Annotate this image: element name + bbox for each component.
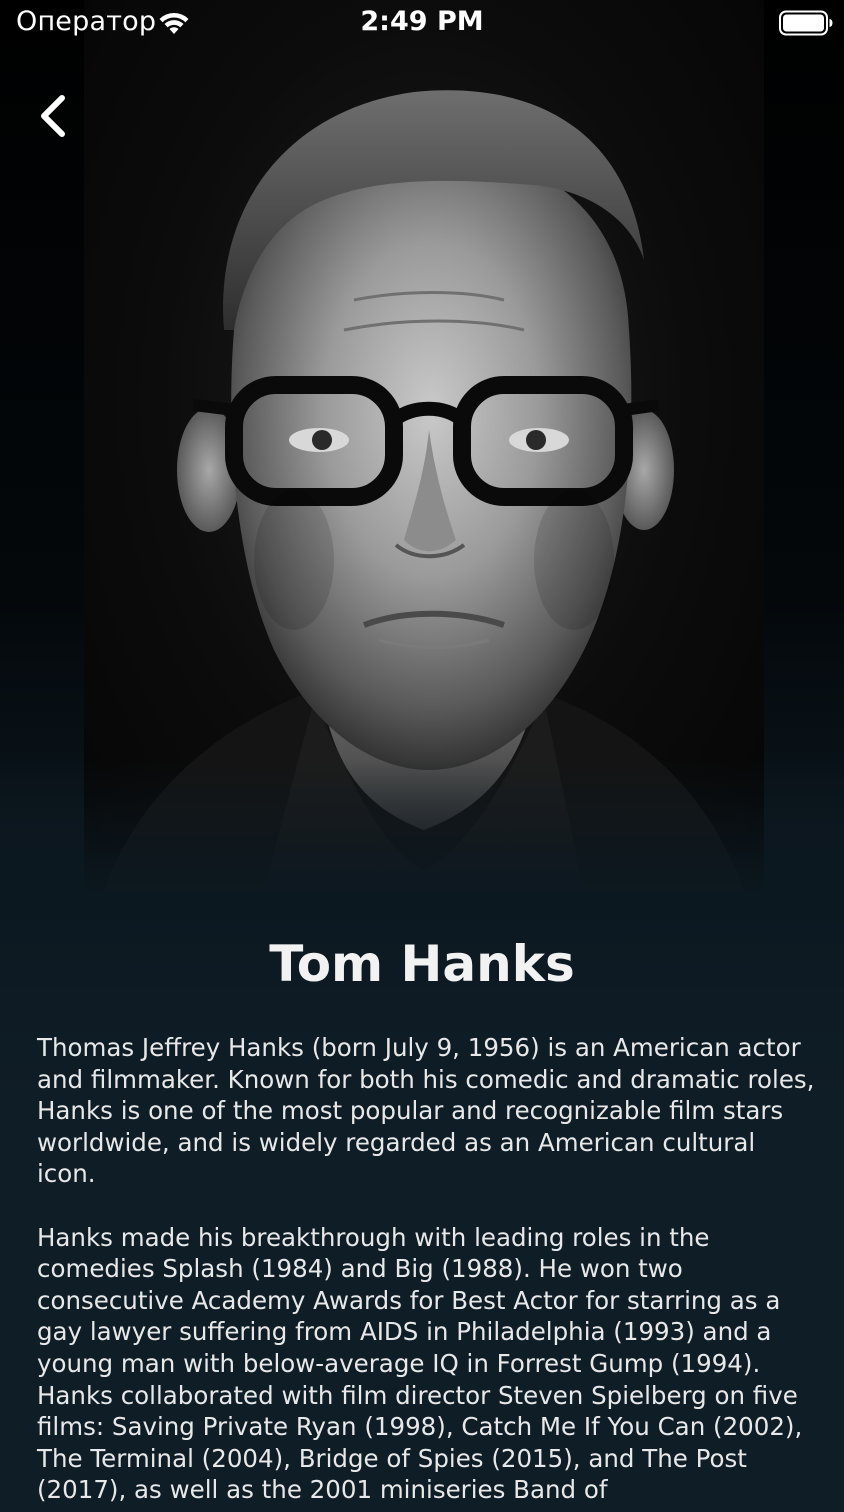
- status-bar: Оператор 2:49 PM: [0, 0, 844, 48]
- back-button[interactable]: [26, 88, 82, 144]
- bio-paragraph: Hanks made his breakthrough with leading…: [37, 1222, 803, 1505]
- bio-paragraph: Thomas Jeffrey Hanks (born July 9, 1956)…: [37, 1033, 815, 1189]
- battery-icon: [779, 10, 833, 36]
- portrait-fade-overlay: [0, 760, 844, 920]
- biography: Thomas Jeffrey Hanks (born July 9, 1956)…: [37, 1032, 818, 1506]
- person-name: Tom Hanks: [269, 935, 575, 993]
- details-content: Tom Hanks Thomas Jeffrey Hanks (born Jul…: [0, 900, 844, 1512]
- hero-section: [0, 0, 844, 920]
- chevron-left-icon: [41, 95, 65, 137]
- portrait-photo: [84, 0, 764, 890]
- person-detail-screen: Оператор 2:49 PM Tom Hanks Thomas Jeffre…: [0, 0, 844, 1512]
- portrait-illustration: [104, 90, 744, 890]
- status-time: 2:49 PM: [360, 6, 484, 37]
